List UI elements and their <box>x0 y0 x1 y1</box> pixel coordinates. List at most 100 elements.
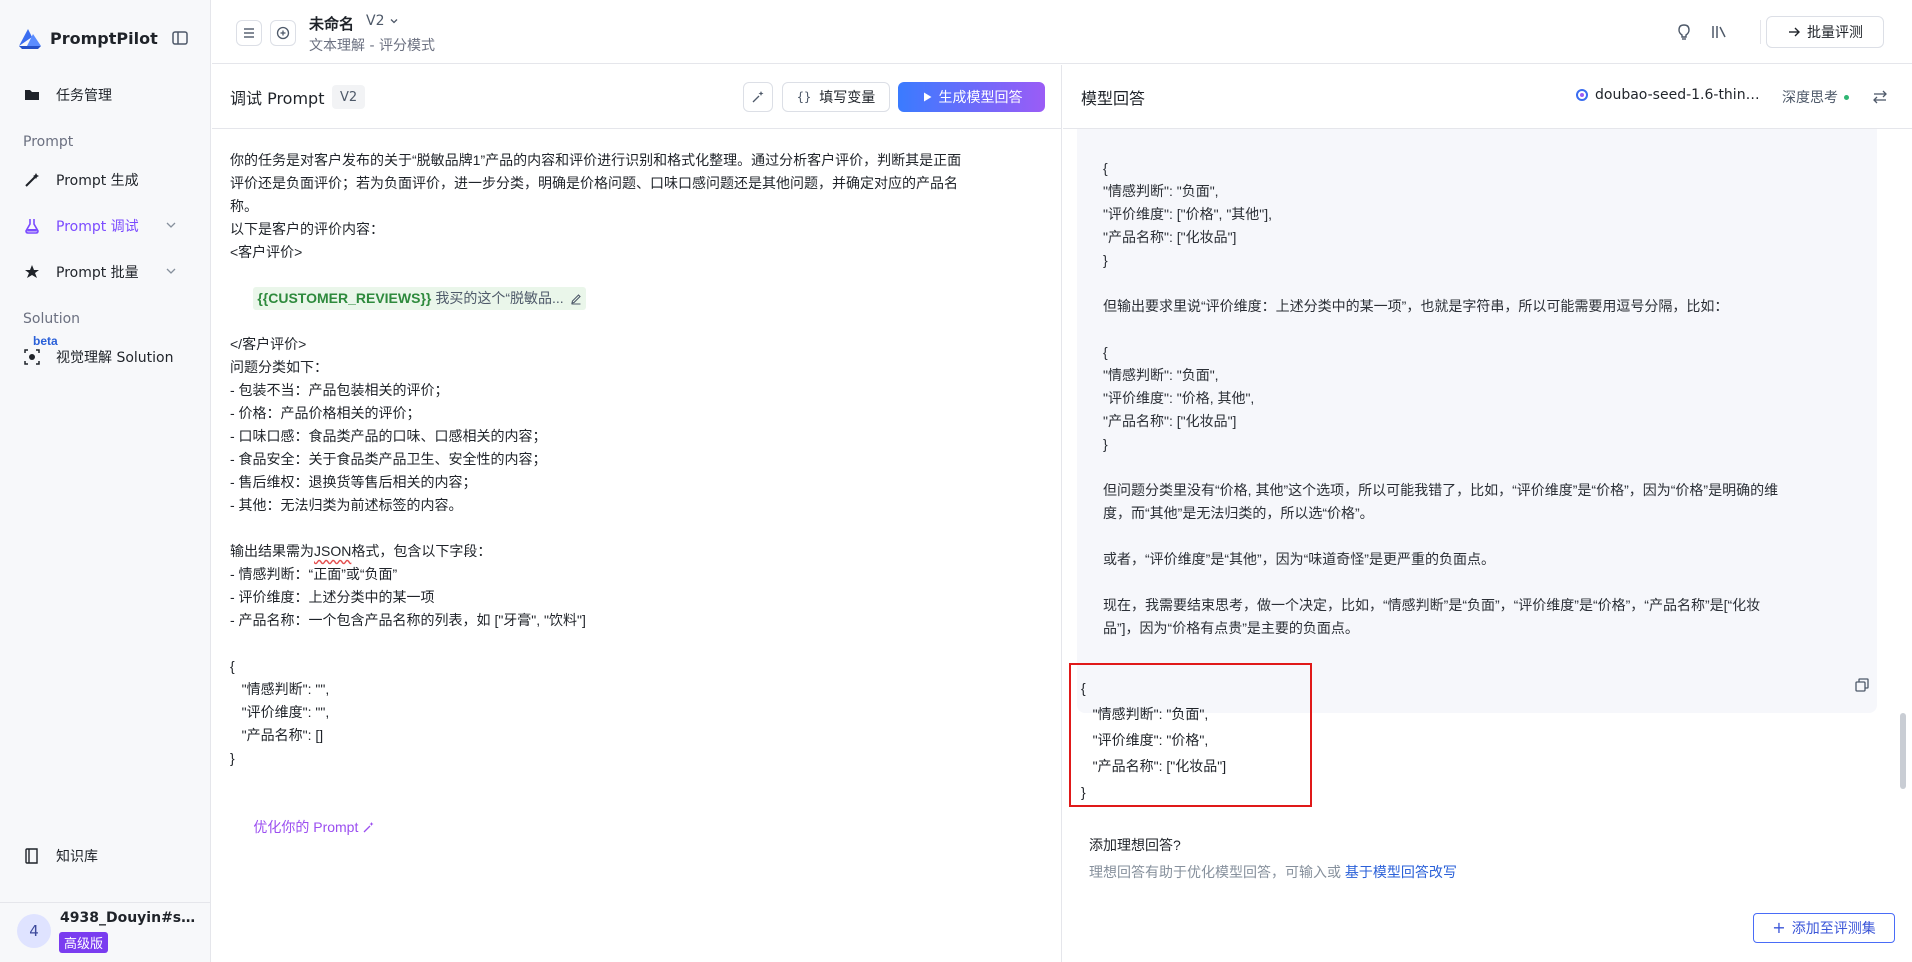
think-line: 但问题分类里没有“价格, 其他”这个选项，所以可能我错了，比如，“评价维度”是“… <box>1103 482 1779 498</box>
sparkle-icon <box>752 91 764 103</box>
think-line <box>1103 318 1863 341</box>
plus-icon: + <box>1772 918 1786 937</box>
add-to-eval-set-button[interactable]: + 添加至评测集 <box>1753 913 1895 943</box>
model-answer-panel: 模型回答 doubao-seed-1.6-thinki... 深度思考 { "情… <box>1063 65 1912 962</box>
prompt-line: "产品名称": [] <box>230 727 324 743</box>
think-line: "情感判断": "负面", <box>1103 183 1219 199</box>
prompt-line: 评价还是负面评价；若为负面评价，进一步分类，明确是价格问题、口味口感问题还是其他… <box>230 175 958 191</box>
user-name: 4938_Douyin#sd... <box>60 910 200 926</box>
library-icon[interactable] <box>1709 22 1729 42</box>
prompt-line <box>230 632 1045 655</box>
think-line: "评价维度": "价格, 其他", <box>1103 390 1255 406</box>
version-label: V2 <box>366 13 385 29</box>
think-line: "评价维度": ["价格", "其他"], <box>1103 206 1273 222</box>
rewrite-from-answer-link[interactable]: 基于模型回答改写 <box>1345 864 1457 880</box>
sidebar-item-label: 知识库 <box>56 849 98 865</box>
model-select[interactable]: doubao-seed-1.6-thinki... <box>1575 87 1765 103</box>
lightbulb-icon[interactable] <box>1674 22 1694 42</box>
think-line: { <box>1103 344 1108 360</box>
generate-answer-button[interactable]: 生成模型回答 <box>898 82 1045 112</box>
chevron-down-icon[interactable] <box>164 264 178 278</box>
braces-icon: {} <box>796 90 812 104</box>
prompt-line: "情感判断": "", <box>230 681 330 697</box>
optimize-magic-button[interactable] <box>743 82 773 112</box>
model-name: doubao-seed-1.6-thinki... <box>1595 87 1765 103</box>
prompt-line: - 价格：产品价格相关的评价； <box>230 405 421 421</box>
optimize-prompt-label: 优化你的 Prompt <box>253 819 359 835</box>
menu-button[interactable] <box>236 20 262 46</box>
collapse-sidebar-icon[interactable] <box>170 28 190 48</box>
think-line: 或者，“评价维度”是“其他”，因为“味道奇怪”是更严重的负面点。 <box>1103 551 1495 567</box>
chevron-down-icon[interactable] <box>164 218 178 232</box>
user-profile[interactable]: 4 4938_Douyin#sd... 高级版 <box>0 902 211 962</box>
think-line: { <box>1103 160 1108 176</box>
think-line: } <box>1103 436 1108 452</box>
sidebar-item-visual-solution[interactable]: 视觉理解 Solution <box>16 339 196 375</box>
page-title[interactable]: 未命名 <box>309 13 354 34</box>
folder-icon <box>22 85 42 105</box>
sidebar-item-prompt-batch[interactable]: Prompt 批量 <box>16 254 196 290</box>
eye-scan-icon <box>22 347 42 367</box>
prompt-line: - 情感判断：“正面”或“负面” <box>230 566 398 582</box>
variable-line: {{CUSTOMER_REVIEWS}} 我买的这个“脱敏品... <box>230 264 1045 333</box>
batch-eval-button[interactable]: 批量评测 <box>1766 16 1884 48</box>
fill-variables-label: 填写变量 <box>819 90 876 106</box>
prompt-line: - 包装不当：产品包装相关的评价； <box>230 382 449 398</box>
top-bar: 未命名 V2 文本理解 - 评分模式 批量评测 <box>212 0 1912 64</box>
scrollbar[interactable] <box>1900 713 1906 789</box>
prompt-line: 你的任务是对客户发布的关于“脱敏品牌1”产品的内容和评价进行识别和格式化整理。通… <box>230 152 962 168</box>
sidebar-item-label: 任务管理 <box>56 88 112 104</box>
add-task-button[interactable] <box>270 20 296 46</box>
output-prefix: 输出结果需为 <box>230 543 314 559</box>
sparkle-wand-icon <box>363 822 374 833</box>
sidebar-item-prompt-generate[interactable]: Prompt 生成 <box>16 162 196 198</box>
fill-variables-button[interactable]: {} 填写变量 <box>782 82 890 112</box>
deep-thinking-toggle[interactable]: 深度思考 <box>1782 87 1849 107</box>
think-line: 品”]，因为“价格有点贵”是主要的负面点。 <box>1103 620 1359 636</box>
prompt-panel-header: 调试 Prompt V2 {} 填写变量 生成模型回答 <box>212 65 1062 129</box>
variable-chip[interactable]: {{CUSTOMER_REVIEWS}} 我买的这个“脱敏品... <box>253 287 586 310</box>
think-line <box>1103 456 1863 479</box>
prompt-line <box>230 517 1045 540</box>
prompt-line: 称。 <box>230 198 258 214</box>
optimize-prompt-link[interactable]: 优化你的 Prompt <box>253 816 375 839</box>
sidebar-item-knowledge-base[interactable]: 知识库 <box>16 838 196 874</box>
answer-panel-header: 模型回答 doubao-seed-1.6-thinki... 深度思考 <box>1063 65 1912 129</box>
sidebar-item-label: 视觉理解 Solution <box>56 350 174 366</box>
brand-name: PromptPilot <box>50 28 158 48</box>
flask-icon <box>22 216 42 236</box>
prompt-line: <客户评价> <box>230 244 303 260</box>
variable-name: {{CUSTOMER_REVIEWS}} <box>257 290 432 306</box>
optimize-line: 优化你的 Prompt <box>230 793 1045 862</box>
page-subtitle: 文本理解 - 评分模式 <box>309 38 435 54</box>
prompt-line: "评价维度": "", <box>230 704 330 720</box>
ideal-answer-text: 理想回答有助于优化模型回答，可输入或 <box>1089 864 1345 880</box>
prompt-line: 以下是客户的评价内容： <box>230 221 384 237</box>
think-line: 现在，我需要结束思考，做一个决定，比如，“情感判断”是“负面”，“评价维度”是“… <box>1103 597 1761 613</box>
plus-circle-icon <box>276 26 290 40</box>
sidebar-item-label: Prompt 批量 <box>56 265 139 281</box>
think-line <box>1103 525 1863 548</box>
prompt-version-badge[interactable]: V2 <box>332 85 366 109</box>
prompt-line: - 评价维度：上述分类中的某一项 <box>230 589 435 605</box>
sidebar-item-prompt-debug[interactable]: Prompt 调试 <box>16 208 196 244</box>
variable-value: 我买的这个“脱敏品... <box>435 290 564 306</box>
prompt-line: - 售后维权：退换货等售后相关的内容； <box>230 474 477 490</box>
prompt-editor[interactable]: 你的任务是对客户发布的关于“脱敏品牌1”产品的内容和评价进行识别和格式化整理。通… <box>230 149 1045 862</box>
brand[interactable]: PromptPilot <box>16 24 158 52</box>
prompt-debug-panel: 调试 Prompt V2 {} 填写变量 生成模型回答 你的任务是对客户发布的关… <box>212 65 1062 962</box>
edit-icon[interactable] <box>570 293 582 305</box>
panel-title: 调试 Prompt <box>230 89 325 108</box>
prompt-line: 问题分类如下： <box>230 359 328 375</box>
ideal-answer-title: 添加理想回答? <box>1089 837 1181 853</box>
copy-icon[interactable] <box>1853 676 1871 694</box>
sidebar-item-task-management[interactable]: 任务管理 <box>16 77 196 113</box>
version-select[interactable]: V2 <box>366 13 400 29</box>
prompt-line: - 口味口感：食品类产品的口味、口感相关的内容； <box>230 428 547 444</box>
chevron-down-icon <box>391 19 398 24</box>
spellcheck-word: JSON <box>314 543 352 559</box>
ideal-answer-description: 理想回答有助于优化模型回答，可输入或 基于模型回答改写 <box>1089 862 1457 882</box>
arrow-right-icon <box>1789 27 1800 37</box>
menu-icon <box>244 28 254 38</box>
settings-sliders-icon[interactable] <box>1871 88 1889 106</box>
